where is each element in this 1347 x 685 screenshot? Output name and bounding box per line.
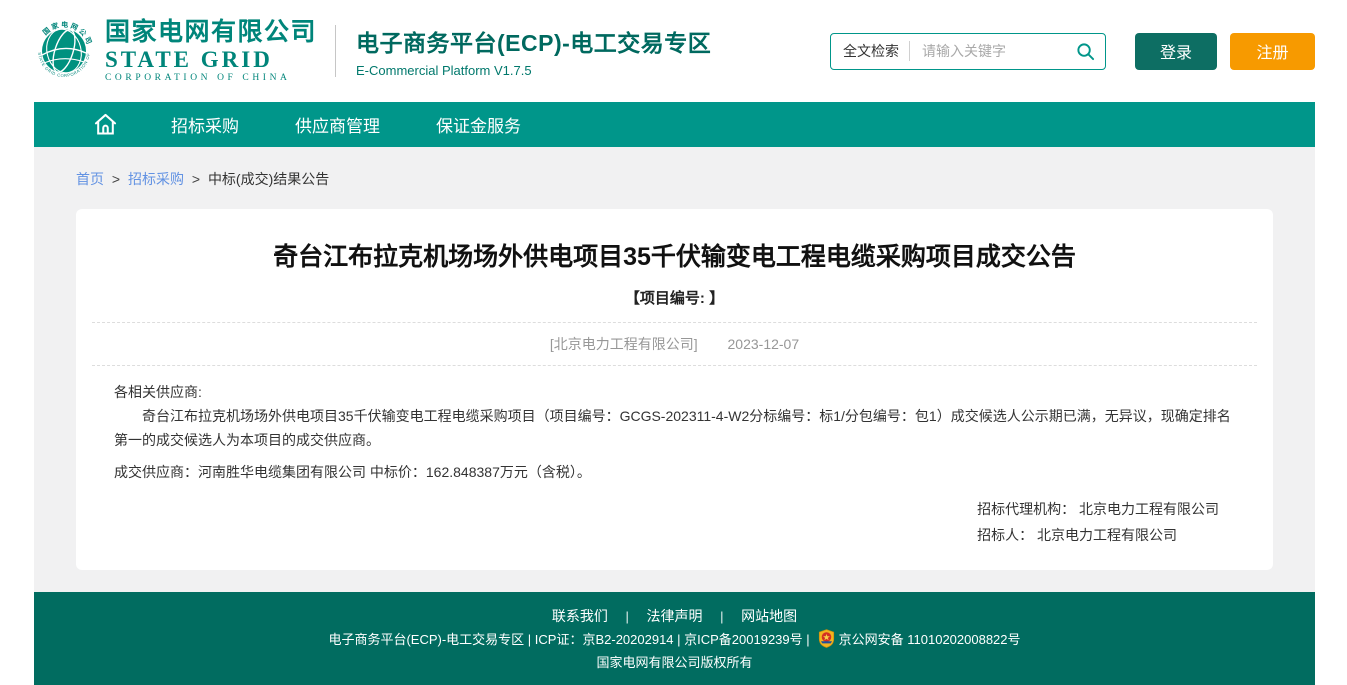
breadcrumb-home-link[interactable]: 首页 <box>76 171 104 187</box>
search-box-divider <box>909 41 910 61</box>
footer-link-sitemap[interactable]: 网站地图 <box>741 608 797 624</box>
state-grid-globe-icon: 国家电网公司 STATE GRID CORPORATION OF CHINA <box>30 17 98 85</box>
award-supplier-line: 成交供应商：河南胜华电缆集团有限公司 中标价：162.848387万元（含税）。 <box>114 460 1235 484</box>
site-header: 国家电网公司 STATE GRID CORPORATION OF CHINA 国… <box>0 0 1347 102</box>
announcement-source: [北京电力工程有限公司] <box>550 336 698 352</box>
logo-en-text: STATE GRID <box>105 48 317 71</box>
nav-item-bidding[interactable]: 招标采购 <box>171 112 239 137</box>
nav-home-button[interactable] <box>92 111 119 138</box>
nav-item-supplier[interactable]: 供应商管理 <box>295 112 380 137</box>
breadcrumb-separator: > <box>112 171 120 187</box>
police-record-link[interactable]: 京公网安备 11010202008822号 <box>839 632 1021 647</box>
footer-copyright: 国家电网有限公司版权所有 <box>34 651 1315 674</box>
nav-item-deposit[interactable]: 保证金服务 <box>436 112 521 137</box>
platform-subtitle: E-Commercial Platform V1.7.5 <box>356 63 711 78</box>
agency-line: 招标代理机构： 北京电力工程有限公司 <box>977 496 1219 522</box>
search-box: 全文检索 <box>830 33 1106 70</box>
platform-title: 电子商务平台(ECP)-电工交易专区 <box>356 24 711 58</box>
police-badge-icon <box>818 629 835 648</box>
login-button[interactable]: 登录 <box>1135 33 1217 70</box>
breadcrumb-bidding-link[interactable]: 招标采购 <box>128 171 184 187</box>
logo-en-subtext: CORPORATION OF CHINA <box>105 73 317 83</box>
home-icon <box>92 111 119 138</box>
announcement-paragraph: 奇台江布拉克机场场外供电项目35千伏输变电工程电缆采购项目（项目编号：GCGS-… <box>114 404 1235 452</box>
state-grid-logo[interactable]: 国家电网公司 STATE GRID CORPORATION OF CHINA 国… <box>30 17 317 85</box>
breadcrumb: 首页 > 招标采购 > 中标(成交)结果公告 <box>34 147 1315 189</box>
breadcrumb-separator: > <box>192 171 200 187</box>
tenderee-line: 招标人： 北京电力工程有限公司 <box>977 522 1219 548</box>
footer-link-contact[interactable]: 联系我们 <box>552 608 608 624</box>
announcement-body: 各相关供应商: 奇台江布拉克机场场外供电项目35千伏输变电工程电缆采购项目（项目… <box>90 366 1259 548</box>
project-number-line: 【项目编号: 】 <box>90 287 1259 308</box>
logo-cn-text: 国家电网有限公司 <box>105 19 317 47</box>
announcement-card: 奇台江布拉克机场场外供电项目35千伏输变电工程电缆采购项目成交公告 【项目编号:… <box>76 209 1273 570</box>
search-icon <box>1076 42 1095 61</box>
main-content-area: 首页 > 招标采购 > 中标(成交)结果公告 奇台江布拉克机场场外供电项目35千… <box>34 147 1315 592</box>
main-navbar: 招标采购 供应商管理 保证金服务 <box>34 102 1315 147</box>
header-divider <box>335 25 336 77</box>
breadcrumb-current-page: 中标(成交)结果公告 <box>208 171 329 187</box>
search-button[interactable] <box>1076 42 1095 61</box>
site-footer: 联系我们 | 法律声明 | 网站地图 电子商务平台(ECP)-电工交易专区 | … <box>34 592 1315 685</box>
announcement-date: 2023-12-07 <box>728 336 800 352</box>
register-button[interactable]: 注册 <box>1230 33 1315 70</box>
salutation-line: 各相关供应商: <box>114 380 1235 404</box>
footer-icp-info: 电子商务平台(ECP)-电工交易专区 | ICP证：京B2-20202914 |… <box>328 632 809 647</box>
footer-link-separator: | <box>720 609 723 624</box>
search-scope-label: 全文检索 <box>843 41 899 61</box>
footer-link-legal[interactable]: 法律声明 <box>647 608 703 624</box>
announcement-title: 奇台江布拉克机场场外供电项目35千伏输变电工程电缆采购项目成交公告 <box>120 237 1229 273</box>
footer-link-separator: | <box>625 609 628 624</box>
search-input[interactable] <box>920 42 1076 60</box>
